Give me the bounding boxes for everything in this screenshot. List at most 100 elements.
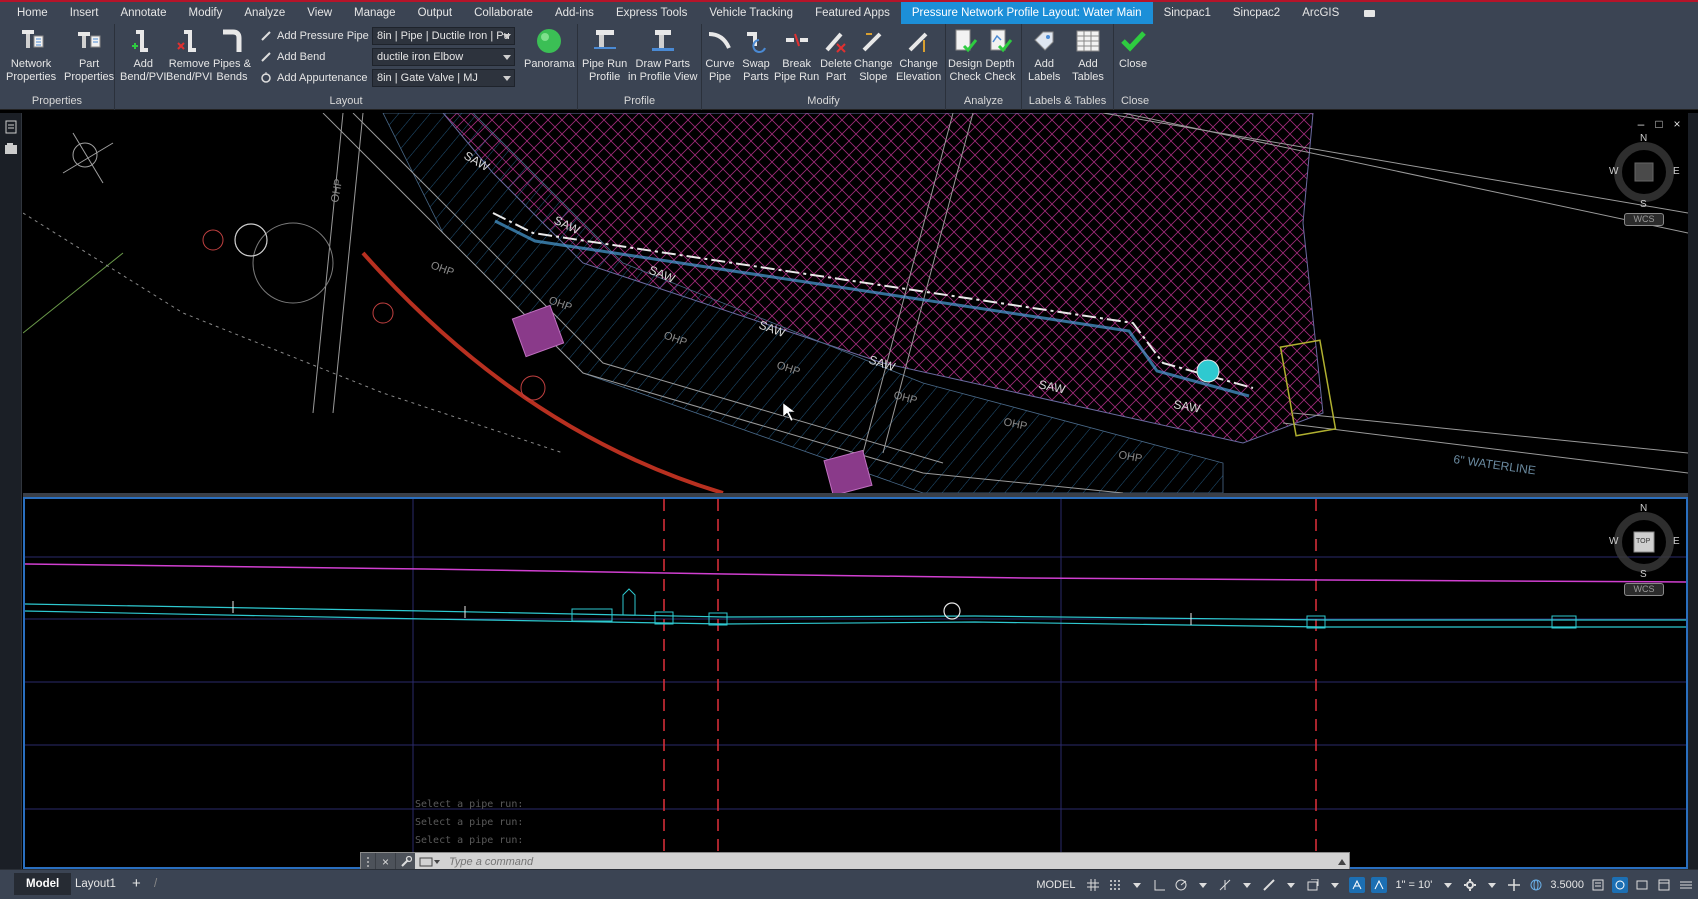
tab-analyze[interactable]: Analyze: [233, 2, 296, 24]
compass-south-label: S: [1640, 199, 1647, 210]
add-appurtenance-button[interactable]: Add Appurtenance: [259, 69, 368, 87]
depth-check-button[interactable]: Depth Check: [984, 26, 1016, 84]
tab-add-ins[interactable]: Add-ins: [544, 2, 605, 24]
toolspace-button[interactable]: [3, 141, 19, 157]
snap-icon[interactable]: [1107, 877, 1123, 893]
profile-viewcube[interactable]: N S W E TOP WCS: [1605, 503, 1683, 597]
remove-bend-pvi-button[interactable]: Remove Bend/PVI: [166, 26, 212, 84]
close-layout-button[interactable]: Close: [1117, 26, 1149, 71]
plan-label-ohp: OHP: [429, 260, 456, 279]
change-elevation-button[interactable]: Change Elevation: [896, 26, 941, 84]
tab-featured-apps[interactable]: Featured Apps: [804, 2, 901, 24]
tab-annotate[interactable]: Annotate: [109, 2, 177, 24]
tab-output[interactable]: Output: [407, 2, 464, 24]
tab-vehicle-tracking[interactable]: Vehicle Tracking: [698, 2, 804, 24]
depth-check-label: Depth Check: [984, 58, 1016, 83]
auto-scale-icon[interactable]: [1371, 877, 1388, 893]
add-tables-button[interactable]: Add Tables: [1072, 26, 1104, 84]
tab-sincpac1[interactable]: Sincpac1: [1153, 2, 1222, 24]
model-space-toggle[interactable]: MODEL: [1032, 879, 1079, 891]
properties-palette-button[interactable]: [3, 119, 19, 135]
chevron-up-icon: [1338, 859, 1346, 865]
draw-parts-in-profile-view-button[interactable]: Draw Parts in Profile View: [628, 26, 698, 84]
grid-icon[interactable]: [1085, 877, 1101, 893]
change-slope-button[interactable]: Change Slope: [854, 26, 893, 84]
ribbon-minimize-button[interactable]: [1358, 7, 1380, 19]
ribbon-tab-bar: Home Insert Annotate Modify Analyze View…: [0, 0, 1698, 24]
tab-modify[interactable]: Modify: [178, 2, 234, 24]
delete-part-button[interactable]: Delete Part: [820, 26, 852, 84]
chevron-down-icon: [503, 34, 511, 39]
chevron-down-icon[interactable]: [1484, 877, 1500, 893]
panel-properties: Network Properties Part Properties Prope…: [0, 24, 115, 110]
tab-insert[interactable]: Insert: [59, 2, 110, 24]
add-bend-pvi-button[interactable]: Add Bend/PVI: [120, 26, 166, 84]
appurtenance-select[interactable]: 8in | Gate Valve | MJ: [372, 69, 515, 87]
chevron-down-icon[interactable]: [1239, 877, 1255, 893]
swap-parts-label: Swap Parts: [742, 58, 770, 83]
quick-properties-icon[interactable]: [1590, 877, 1606, 893]
maximize-icon[interactable]: □: [1654, 118, 1664, 130]
pipe-run-profile-button[interactable]: Pipe Run Profile: [582, 26, 627, 84]
clean-screen-icon[interactable]: [1656, 877, 1672, 893]
annotation-scale[interactable]: 1" = 10': [1393, 879, 1434, 891]
tab-home[interactable]: Home: [6, 2, 59, 24]
plan-viewport[interactable]: SAW SAW SAW SAW SAW SAW SAW OHP OHP OHP …: [23, 113, 1688, 493]
wcs-menu[interactable]: WCS: [1624, 583, 1664, 596]
chevron-down-icon[interactable]: [1440, 877, 1456, 893]
add-labels-button[interactable]: Add Labels: [1028, 26, 1060, 84]
swap-parts-button[interactable]: Swap Parts: [740, 26, 772, 84]
hardware-acceleration-icon[interactable]: [1634, 877, 1650, 893]
chevron-down-icon[interactable]: [1283, 877, 1299, 893]
isolate-objects-icon[interactable]: [1612, 877, 1628, 893]
chevron-down-icon[interactable]: [1327, 877, 1343, 893]
lineweight-icon[interactable]: [1261, 877, 1277, 893]
wcs-menu[interactable]: WCS: [1624, 213, 1664, 226]
layout-tab-layout1[interactable]: Layout1: [63, 873, 128, 895]
part-properties-icon: [73, 26, 105, 56]
part-properties-button[interactable]: Part Properties: [64, 26, 114, 84]
curve-pipe-button[interactable]: Curve Pipe: [704, 26, 736, 84]
tab-pressure-network-profile-layout[interactable]: Pressure Network Profile Layout: Water M…: [900, 2, 1153, 24]
gear-icon[interactable]: [1462, 877, 1478, 893]
close-icon[interactable]: ×: [1672, 118, 1682, 130]
add-bend-pvi-icon: [127, 26, 159, 56]
network-properties-button[interactable]: Network Properties: [6, 26, 56, 84]
viewcube-top-face[interactable]: TOP: [1636, 538, 1650, 545]
right-palette-strip: [1688, 113, 1698, 869]
tab-express-tools[interactable]: Express Tools: [605, 2, 698, 24]
change-slope-icon: [857, 26, 889, 56]
appurtenance-icon: [259, 71, 273, 85]
appurtenance-value: 8in | Gate Valve | MJ: [377, 72, 478, 84]
bend-type-select[interactable]: ductile iron Elbow: [372, 48, 515, 66]
pipe-size-select[interactable]: 8in | Pipe | Ductile Iron | Pu: [372, 27, 515, 45]
tab-view[interactable]: View: [296, 2, 343, 24]
tab-collaborate[interactable]: Collaborate: [463, 2, 544, 24]
chevron-down-icon[interactable]: [1129, 877, 1145, 893]
compass-north-label: N: [1640, 503, 1648, 514]
plan-viewcube[interactable]: N S W E WCS: [1605, 133, 1683, 227]
elevation-value[interactable]: 3.5000: [1550, 879, 1584, 891]
add-bend-button[interactable]: Add Bend: [259, 48, 325, 66]
annotation-visibility-icon[interactable]: [1349, 877, 1366, 893]
tab-sincpac2[interactable]: Sincpac2: [1222, 2, 1291, 24]
polar-icon[interactable]: [1173, 877, 1189, 893]
minimize-icon[interactable]: –: [1636, 118, 1646, 130]
object-snap-tracking-icon[interactable]: [1217, 877, 1233, 893]
add-pressure-pipe-button[interactable]: Add Pressure Pipe: [259, 27, 369, 45]
design-check-button[interactable]: Design Check: [948, 26, 982, 84]
ortho-icon[interactable]: [1151, 877, 1167, 893]
add-layout-button[interactable]: +: [126, 873, 147, 895]
selection-cycling-icon[interactable]: [1305, 877, 1321, 893]
chevron-down-icon[interactable]: [1195, 877, 1211, 893]
globe-icon[interactable]: [1528, 877, 1544, 893]
customization-menu-icon[interactable]: [1678, 877, 1694, 893]
pipes-bends-button[interactable]: Pipes & Bends: [213, 26, 251, 84]
profile-viewport[interactable]: N S W E TOP WCS: [23, 497, 1688, 869]
tab-manage[interactable]: Manage: [343, 2, 407, 24]
network-properties-label: Network Properties: [6, 58, 57, 83]
panorama-button[interactable]: Panorama: [524, 26, 575, 71]
break-pipe-run-button[interactable]: Break Pipe Run: [774, 26, 819, 84]
plus-icon[interactable]: [1506, 877, 1522, 893]
tab-arcgis[interactable]: ArcGIS: [1291, 2, 1350, 24]
